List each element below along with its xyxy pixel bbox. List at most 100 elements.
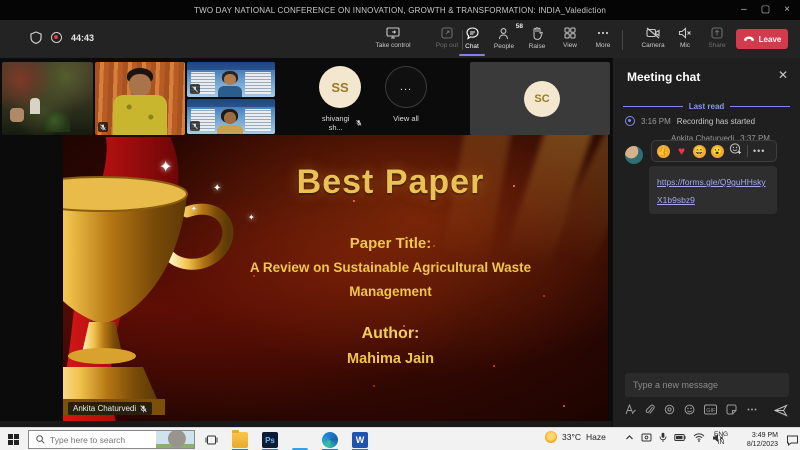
raise-hand-icon xyxy=(531,27,543,40)
avatar: SC xyxy=(524,81,560,117)
search-box-daily-image xyxy=(156,431,194,448)
mic-muted-icon xyxy=(356,119,362,127)
chat-close-icon[interactable]: ✕ xyxy=(778,68,788,82)
word-glyph: W xyxy=(356,435,365,445)
chat-message-input[interactable] xyxy=(625,373,789,397)
video-tile-speaker[interactable] xyxy=(95,62,185,135)
cast-icon[interactable] xyxy=(641,433,652,443)
attach-icon[interactable] xyxy=(645,404,655,415)
participant-tile-sc[interactable]: SC xyxy=(470,62,610,135)
take-control-button[interactable]: Take control xyxy=(370,27,416,49)
loop-component-icon[interactable] xyxy=(664,404,675,415)
background-building xyxy=(245,72,271,94)
compose-more-icon[interactable] xyxy=(746,404,758,415)
view-grid-icon xyxy=(564,27,576,39)
windows-taskbar: Ps W T 33°C Haze ENG IN 3:49 PM 8/12/202… xyxy=(0,427,800,450)
weather-sun-icon xyxy=(545,431,557,443)
photoshop-icon[interactable]: Ps xyxy=(262,432,278,448)
slide-author-label: Author: xyxy=(193,325,588,343)
participant-name: shivangi sh... xyxy=(318,114,353,132)
taskbar-weather[interactable]: 33°C Haze xyxy=(545,431,606,443)
message-more-options-icon[interactable]: ••• xyxy=(753,146,765,156)
add-reaction-icon[interactable] xyxy=(729,142,742,160)
leave-button[interactable]: Leave xyxy=(736,29,788,49)
close-icon[interactable]: × xyxy=(784,0,790,20)
reaction-bar: 👍 ♥ 😄 😮 ••• xyxy=(651,140,777,162)
hangup-icon xyxy=(743,35,755,43)
toolbar-divider xyxy=(622,30,623,50)
share-button: Share xyxy=(694,27,740,49)
mic-muted-badge xyxy=(98,122,108,132)
system-message-text: Recording has started xyxy=(677,117,755,126)
edge-browser-icon[interactable] xyxy=(322,432,338,448)
microphone-tray-icon[interactable] xyxy=(659,432,667,443)
wifi-icon[interactable] xyxy=(693,433,705,442)
search-input[interactable] xyxy=(50,435,138,445)
action-center-icon[interactable] xyxy=(786,434,799,446)
chat-message-bubble[interactable]: https://forms.gle/Q9guHHskyX1b9sbz9 xyxy=(649,166,777,214)
take-control-icon xyxy=(386,27,400,39)
shared-presentation-slide[interactable]: ✦ ✦ ✦ ✦ Best Paper Paper Title: A Review… xyxy=(63,135,608,421)
battery-icon[interactable] xyxy=(674,433,686,442)
view-all-button[interactable]: ... View all xyxy=(384,66,428,123)
title-bar: TWO DAY NATIONAL CONFERENCE ON INNOVATIO… xyxy=(0,0,800,20)
participant-figure xyxy=(224,74,236,85)
mic-label: Mic xyxy=(680,42,690,49)
heart-reaction[interactable]: ♥ xyxy=(675,145,688,158)
taskbar-search[interactable] xyxy=(28,430,195,449)
sparkle-icon: ✦ xyxy=(159,157,172,177)
shield-icon xyxy=(30,31,42,44)
message-link[interactable]: https://forms.gle/Q9guHHskyX1b9sbz9 xyxy=(657,177,766,205)
chat-icon xyxy=(466,27,479,40)
task-view-icon[interactable] xyxy=(205,434,218,446)
chat-label: Chat xyxy=(465,43,479,50)
taskbar-clock[interactable]: 3:49 PM 8/12/2023 xyxy=(732,431,778,449)
last-read-label: Last read xyxy=(689,102,725,111)
participant-figure xyxy=(224,112,236,124)
leave-label: Leave xyxy=(759,35,782,44)
thumbs-up-reaction[interactable]: 👍 xyxy=(657,145,670,158)
sticker-icon[interactable] xyxy=(726,404,737,415)
emoji-icon[interactable] xyxy=(684,404,695,415)
mic-muted-badge xyxy=(190,84,200,94)
weather-temp: 33°C xyxy=(562,432,581,442)
laugh-reaction[interactable]: 😄 xyxy=(693,145,706,158)
view-all-label: View all xyxy=(384,114,428,123)
maximize-icon[interactable]: ▢ xyxy=(761,0,770,20)
system-message: 3:16 PM Recording has started xyxy=(625,116,755,126)
raise-label: Raise xyxy=(529,43,546,50)
share-icon xyxy=(711,27,723,39)
mic-muted-icon xyxy=(140,405,147,413)
reaction-divider xyxy=(747,145,748,157)
minimize-icon[interactable]: – xyxy=(741,0,747,20)
meeting-title: TWO DAY NATIONAL CONFERENCE ON INNOVATIO… xyxy=(194,6,606,15)
gif-icon[interactable]: GIF xyxy=(704,404,717,415)
file-explorer-icon[interactable] xyxy=(232,432,248,448)
participant-figure xyxy=(129,74,151,96)
format-icon[interactable] xyxy=(625,404,636,415)
participant-avatar-shivangi[interactable]: SS shivangi sh... xyxy=(318,66,362,132)
surprised-reaction[interactable]: 😮 xyxy=(711,145,724,158)
hidden-icons-chevron-icon[interactable] xyxy=(625,434,634,441)
video-tile-attendee-1[interactable] xyxy=(187,62,275,97)
more-button[interactable]: More xyxy=(580,27,626,49)
video-tile-conference-room[interactable] xyxy=(2,62,93,135)
camera-off-icon xyxy=(646,27,660,39)
send-icon[interactable] xyxy=(774,404,788,417)
start-button-icon[interactable] xyxy=(8,434,19,445)
presenter-name-label: Ankita Chaturvedi xyxy=(68,402,152,415)
participant-figure xyxy=(30,98,40,114)
language-indicator[interactable]: ENG IN xyxy=(714,431,728,448)
more-dots-icon xyxy=(596,27,610,39)
participant-figure xyxy=(217,125,243,134)
weather-desc: Haze xyxy=(586,432,606,442)
video-tile-attendee-2[interactable] xyxy=(187,99,275,134)
teams-window: TWO DAY NATIONAL CONFERENCE ON INNOVATIO… xyxy=(0,0,800,450)
participant-figure xyxy=(10,108,24,122)
take-control-label: Take control xyxy=(375,42,410,49)
slide-paper-title-line2: Management xyxy=(193,284,588,299)
meeting-timer: 44:43 xyxy=(71,33,94,43)
sparkle-icon: ✦ xyxy=(191,205,197,213)
sender-avatar[interactable] xyxy=(625,146,643,164)
word-icon[interactable]: W xyxy=(352,432,368,448)
